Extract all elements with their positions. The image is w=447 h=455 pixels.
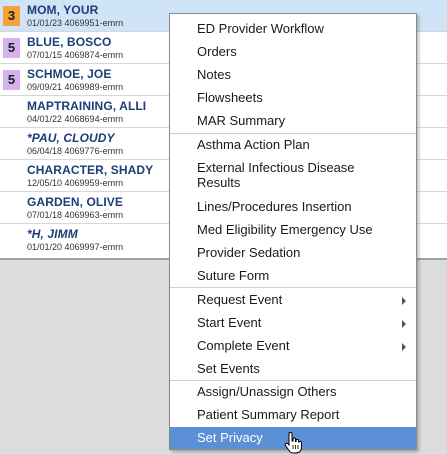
menu-item-med-eligibility-emergency-use[interactable]: Med Eligibility Emergency Use: [170, 219, 416, 241]
menu-item-notes[interactable]: Notes: [170, 64, 416, 86]
menu-item-ed-provider-workflow[interactable]: ED Provider Workflow: [170, 18, 416, 40]
patient-info: 01/01/23 4069951-emrn: [27, 18, 124, 28]
patient-name: *PAU, CLOUDY: [27, 131, 115, 145]
menu-item-request-event[interactable]: Request Event: [170, 289, 416, 311]
patient-name: *H, JIMM: [27, 227, 78, 241]
submenu-arrow-icon: [402, 343, 406, 351]
patient-name: MOM, YOUR: [27, 3, 99, 17]
menu-item-patient-summary-report[interactable]: Patient Summary Report: [170, 404, 416, 426]
hand-cursor-icon: [284, 432, 302, 454]
patient-info: 09/09/21 4069989-emrn: [27, 82, 124, 92]
menu-item-provider-sedation[interactable]: Provider Sedation: [170, 242, 416, 264]
menu-item-set-events[interactable]: Set Events: [170, 358, 416, 380]
menu-item-asthma-action-plan[interactable]: Asthma Action Plan: [170, 134, 416, 156]
menu-item-mar-summary[interactable]: MAR Summary: [170, 110, 416, 132]
patient-info: 06/04/18 4069776-emrn: [27, 146, 124, 156]
patient-info: 04/01/22 4068694-emrn: [27, 114, 124, 124]
menu-separator: [170, 287, 416, 288]
acuity-badge: 5: [3, 70, 20, 90]
patient-info: 12/05/10 4069959-emrn: [27, 178, 124, 188]
patient-info: 01/01/20 4069997-emrn: [27, 242, 124, 252]
acuity-badge: 3: [3, 6, 20, 26]
menu-item-assign-unassign-others[interactable]: Assign/Unassign Others: [170, 381, 416, 403]
patient-name: CHARACTER, SHADY: [27, 163, 154, 177]
context-menu: ED Provider Workflow Orders Notes Flowsh…: [169, 13, 417, 450]
menu-item-orders[interactable]: Orders: [170, 41, 416, 63]
menu-item-label: Request Event: [197, 292, 283, 307]
menu-item-label: Complete Event: [197, 338, 290, 353]
menu-item-lines-procedures-insertion[interactable]: Lines/Procedures Insertion: [170, 196, 416, 218]
submenu-arrow-icon: [402, 320, 406, 328]
patient-info: 07/01/18 4069963-emrn: [27, 210, 124, 220]
patient-name: SCHMOE, JOE: [27, 67, 112, 81]
menu-item-flowsheets[interactable]: Flowsheets: [170, 87, 416, 109]
patient-name: BLUE, BOSCO: [27, 35, 112, 49]
menu-item-start-event[interactable]: Start Event: [170, 312, 416, 334]
menu-item-external-infectious-disease-results[interactable]: External Infectious Disease Results: [170, 157, 416, 193]
menu-item-complete-event[interactable]: Complete Event: [170, 335, 416, 357]
acuity-badge: 5: [3, 38, 20, 58]
patient-name: MAPTRAINING, ALLI: [27, 99, 147, 113]
submenu-arrow-icon: [402, 297, 406, 305]
menu-item-suture-form[interactable]: Suture Form: [170, 265, 416, 287]
menu-item-label: Start Event: [197, 315, 262, 330]
patient-info: 07/01/15 4069874-emrn: [27, 50, 124, 60]
patient-name: GARDEN, OLIVE: [27, 195, 123, 209]
